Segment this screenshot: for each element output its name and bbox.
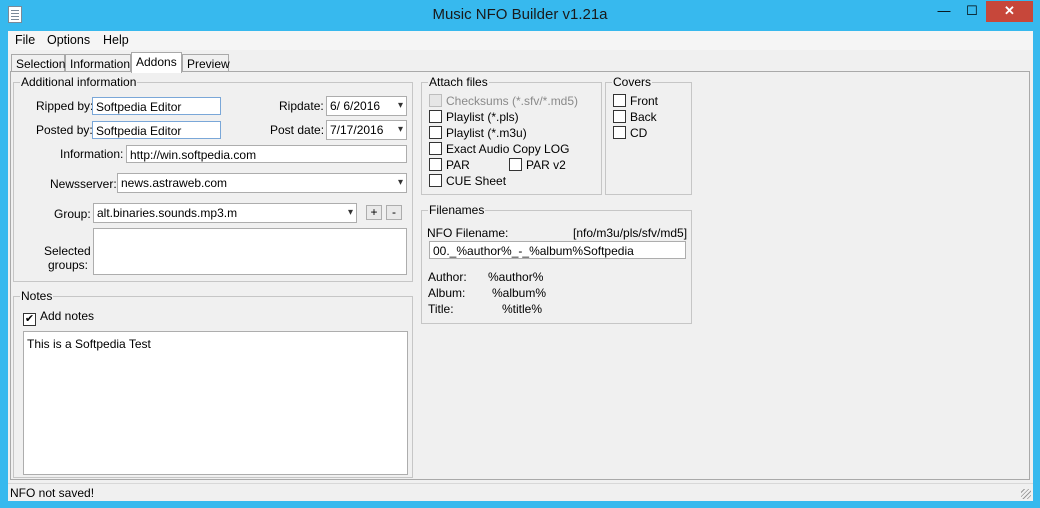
chevron-down-icon[interactable]: ▾ — [398, 124, 403, 135]
remove-group-button[interactable]: - — [386, 205, 402, 220]
eac-log-checkbox[interactable]: Exact Audio Copy LOG — [429, 142, 569, 156]
playlist-m3u-label: Playlist (*.m3u) — [446, 126, 527, 140]
check-icon: ✔ — [23, 313, 36, 326]
main-window: Music NFO Builder v1.21a — ☐ ✕ File Opti… — [0, 0, 1040, 508]
notes-textarea[interactable]: This is a Softpedia Test — [23, 331, 408, 475]
covers-group: Covers Front Back CD — [605, 75, 692, 195]
newsserver-label: Newsserver: — [50, 177, 117, 191]
attach-files-group: Attach files Checksums (*.sfv/*.md5) Pla… — [421, 75, 602, 195]
window-title: Music NFO Builder v1.21a — [432, 6, 608, 23]
additional-info-group: Additional information Ripped by: Softpe… — [13, 75, 413, 282]
front-cover-checkbox[interactable]: Front — [613, 94, 658, 108]
nfo-filename-field[interactable]: 00._%author%_-_%album%Softpedia — [429, 241, 686, 259]
menu-bar: File Options Help — [8, 31, 1033, 50]
chevron-down-icon[interactable]: ▾ — [398, 177, 403, 188]
checksums-checkbox[interactable]: Checksums (*.sfv/*.md5) — [429, 94, 578, 108]
group-combo[interactable]: alt.binaries.sounds.mp3.m ▾ — [93, 203, 357, 223]
post-date-picker[interactable]: 7/17/2016 ▾ — [326, 120, 407, 140]
newsserver-combo[interactable]: news.astraweb.com ▾ — [117, 173, 407, 193]
cue-checkbox[interactable]: CUE Sheet — [429, 174, 506, 188]
menu-file[interactable]: File — [15, 33, 35, 47]
tab-preview[interactable]: Preview — [182, 54, 230, 72]
add-notes-checkbox[interactable]: ✔ Add notes — [23, 309, 94, 326]
nfo-filename-label: NFO Filename: — [427, 226, 509, 240]
front-cover-label: Front — [630, 94, 659, 108]
status-bar: NFO not saved! — [8, 483, 1033, 501]
tab-addons[interactable]: Addons — [131, 52, 182, 73]
information-label: Information: — [60, 147, 124, 161]
playlist-pls-label: Playlist (*.pls) — [446, 110, 519, 124]
minimize-button[interactable]: — — [930, 1, 958, 22]
group-label: Group: — [54, 207, 91, 221]
ripdate-label: Ripdate: — [279, 99, 324, 113]
post-date-label: Post date: — [270, 123, 325, 137]
eac-log-label: Exact Audio Copy LOG — [446, 142, 570, 156]
group-value: alt.binaries.sounds.mp3.m — [97, 206, 238, 220]
ripdate-value: 6/ 6/2016 — [330, 99, 381, 113]
title-variable: %title% — [502, 302, 543, 316]
playlist-m3u-checkbox[interactable]: Playlist (*.m3u) — [429, 126, 527, 140]
posted-by-field[interactable]: Softpedia Editor — [92, 121, 221, 139]
author-label: Author: — [428, 270, 467, 284]
par-checkbox[interactable]: PAR — [429, 158, 470, 172]
back-cover-checkbox[interactable]: Back — [613, 110, 657, 124]
cd-cover-label: CD — [630, 126, 648, 140]
maximize-button[interactable]: ☐ — [958, 1, 986, 22]
tab-selection[interactable]: Selection — [11, 54, 65, 72]
tab-information[interactable]: Information — [65, 54, 131, 72]
notes-group: Notes ✔ Add notes This is a Softpedia Tes… — [13, 289, 413, 478]
checksums-label: Checksums (*.sfv/*.md5) — [446, 94, 579, 108]
attach-files-legend: Attach files — [428, 75, 489, 89]
chevron-down-icon[interactable]: ▾ — [398, 100, 403, 111]
nfo-extensions: [nfo/m3u/pls/sfv/md5] — [573, 226, 688, 240]
ripdate-picker[interactable]: 6/ 6/2016 ▾ — [326, 96, 407, 116]
add-group-button[interactable]: + — [366, 205, 382, 220]
menu-options[interactable]: Options — [47, 33, 90, 47]
newsserver-value: news.astraweb.com — [121, 176, 228, 190]
selected-groups-list[interactable] — [93, 228, 407, 275]
title-bar[interactable]: Music NFO Builder v1.21a — ☐ ✕ — [0, 0, 1040, 31]
notes-legend: Notes — [20, 289, 54, 303]
selected-groups-label-1: Selected — [44, 244, 91, 258]
cue-label: CUE Sheet — [446, 174, 507, 188]
playlist-pls-checkbox[interactable]: Playlist (*.pls) — [429, 110, 519, 124]
add-notes-label: Add notes — [40, 309, 95, 323]
album-variable: %album% — [492, 286, 547, 300]
selected-groups-label-2: groups: — [47, 258, 88, 272]
cd-cover-checkbox[interactable]: CD — [613, 126, 647, 140]
close-button[interactable]: ✕ — [986, 1, 1033, 22]
par2-checkbox[interactable]: PAR v2 — [509, 158, 566, 172]
chevron-down-icon[interactable]: ▾ — [348, 207, 353, 218]
status-text: NFO not saved! — [10, 486, 95, 500]
ripped-by-field[interactable]: Softpedia Editor — [92, 97, 221, 115]
additional-info-legend: Additional information — [20, 75, 138, 89]
filenames-legend: Filenames — [428, 203, 486, 217]
posted-by-label: Posted by: — [36, 123, 93, 137]
title-label: Title: — [428, 302, 454, 316]
back-cover-label: Back — [630, 110, 657, 124]
menu-help[interactable]: Help — [103, 33, 129, 47]
resize-grip-icon[interactable] — [1021, 489, 1031, 499]
post-date-value: 7/17/2016 — [330, 123, 384, 137]
par-label: PAR — [446, 158, 470, 172]
information-field[interactable]: http://win.softpedia.com — [126, 145, 407, 163]
ripped-by-label: Ripped by: — [36, 99, 94, 113]
covers-legend: Covers — [612, 75, 653, 89]
par2-label: PAR v2 — [526, 158, 566, 172]
author-variable: %author% — [488, 270, 544, 284]
client-area: File Options Help Selection Information … — [8, 31, 1033, 501]
album-label: Album: — [428, 286, 466, 300]
filenames-group: Filenames NFO Filename: [nfo/m3u/pls/sfv… — [421, 203, 692, 324]
addons-panel: Additional information Ripped by: Softpe… — [10, 71, 1030, 480]
